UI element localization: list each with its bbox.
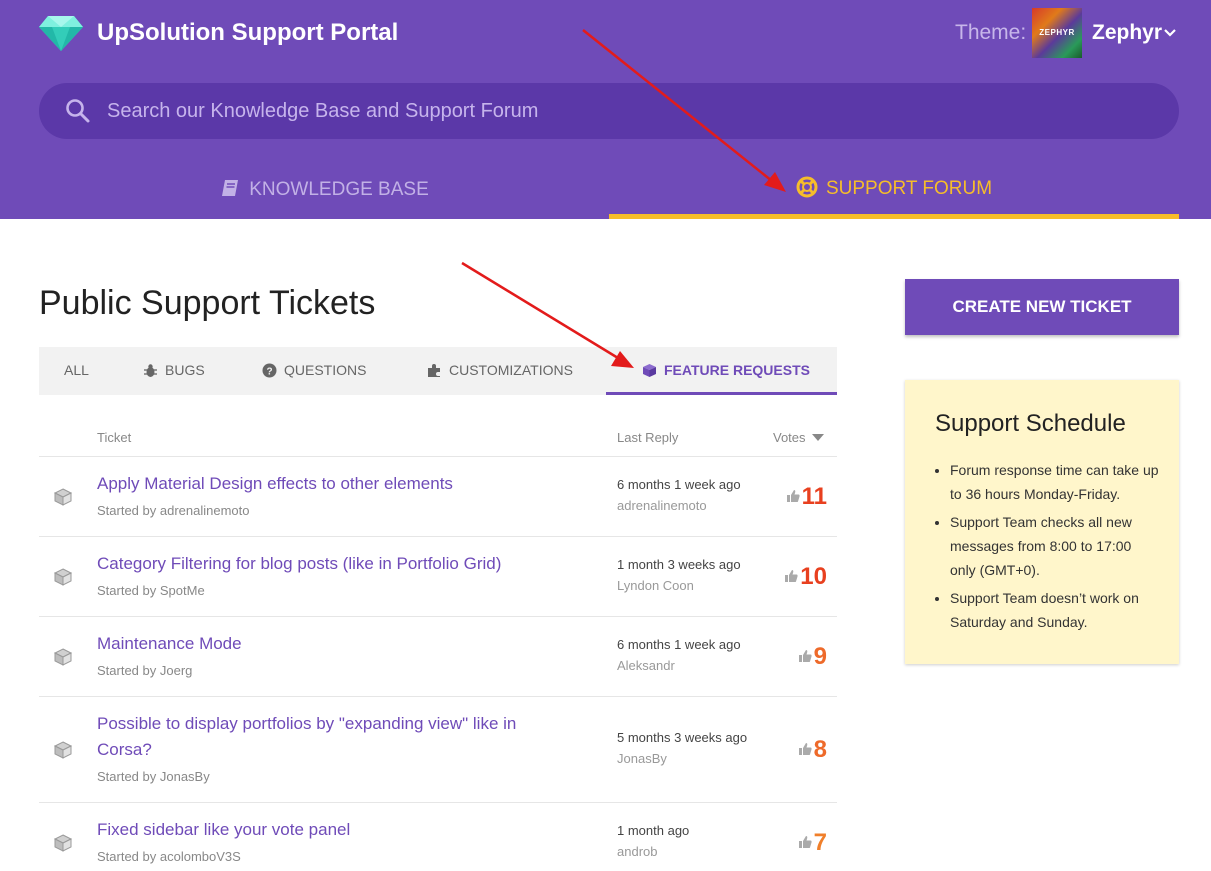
column-header-votes[interactable]: Votes — [773, 430, 824, 445]
question-circle-icon: ? — [262, 363, 277, 378]
site-title[interactable]: UpSolution Support Portal — [97, 17, 398, 49]
thumbs-up-icon[interactable] — [784, 569, 798, 583]
last-reply-time: 6 months 1 week ago — [617, 637, 741, 652]
thumbs-up-icon[interactable] — [798, 835, 812, 849]
ticket-starter: Started by Joerg — [97, 663, 193, 678]
filter-tab-customizations[interactable]: CUSTOMIZATIONS — [427, 347, 573, 395]
svg-text:?: ? — [266, 367, 272, 378]
theme-thumbnail-text: ZEPHYR — [1039, 28, 1075, 37]
book-icon — [222, 180, 239, 196]
create-new-ticket-button[interactable]: CREATE NEW TICKET — [905, 279, 1179, 335]
ticket-title-link[interactable]: Maintenance Mode — [97, 631, 557, 657]
column-header-votes-label: Votes — [773, 430, 806, 445]
vote-count[interactable]: 9 — [798, 643, 827, 671]
schedule-item: Support Team doesn’t work on Saturday an… — [950, 586, 1160, 634]
ticket-title-link[interactable]: Apply Material Design effects to other e… — [97, 471, 557, 497]
vote-count-value: 8 — [813, 736, 827, 763]
vote-count-value: 7 — [813, 829, 827, 856]
ticket-starter: Started by SpotMe — [97, 583, 205, 598]
vote-count[interactable]: 7 — [798, 829, 827, 857]
theme-label: Theme: — [955, 21, 1027, 44]
filter-tab-label: CUSTOMIZATIONS — [449, 362, 573, 378]
ticket-filter-tabs: ALL BUGS ? QUESTIONS CUSTOMIZATIONS FEAT… — [39, 347, 837, 395]
thumbs-up-icon[interactable] — [786, 489, 800, 503]
diamond-logo-icon[interactable] — [38, 14, 84, 52]
theme-selector[interactable]: Zephyr — [1092, 20, 1162, 46]
last-reply-time: 1 month 3 weeks ago — [617, 557, 741, 572]
thumbs-up-icon[interactable] — [798, 649, 812, 663]
bug-icon — [144, 364, 157, 377]
cube-icon — [53, 741, 73, 759]
table-row: Possible to display portfolios by "expan… — [39, 696, 837, 802]
puzzle-icon — [428, 364, 440, 377]
sort-desc-icon — [811, 434, 824, 441]
vote-count-value: 11 — [801, 483, 827, 510]
table-row: Fixed sidebar like your vote panel Start… — [39, 802, 837, 871]
filter-tab-bugs[interactable]: BUGS — [143, 347, 205, 395]
last-reply-author: JonasBy — [617, 751, 667, 766]
cube-icon — [53, 488, 73, 506]
tab-support-forum-label: SUPPORT FORUM — [825, 178, 993, 199]
cube-icon — [643, 364, 656, 377]
tab-knowledge-base-label: KNOWLEDGE BASE — [249, 179, 429, 200]
theme-thumbnail[interactable]: ZEPHYR — [1032, 8, 1082, 58]
table-row: Apply Material Design effects to other e… — [39, 456, 837, 536]
ticket-starter: Started by JonasBy — [97, 769, 210, 784]
filter-tab-label: ALL — [64, 362, 89, 378]
site-header: UpSolution Support Portal Theme: ZEPHYR … — [0, 0, 1211, 219]
vote-count-value: 10 — [800, 563, 827, 590]
filter-tab-label: QUESTIONS — [284, 362, 367, 378]
vote-count[interactable]: 10 — [784, 563, 827, 591]
ticket-title-link[interactable]: Possible to display portfolios by "expan… — [97, 711, 547, 763]
filter-tab-all[interactable]: ALL — [64, 347, 89, 395]
ticket-starter: Started by acolomboV3S — [97, 849, 241, 864]
ticket-title-link[interactable]: Fixed sidebar like your vote panel — [97, 817, 557, 843]
last-reply-time: 1 month ago — [617, 823, 690, 838]
last-reply-time: 6 months 1 week ago — [617, 477, 741, 492]
thumbs-up-icon[interactable] — [798, 742, 812, 756]
last-reply-author: Aleksandr — [617, 658, 675, 673]
vote-count[interactable]: 8 — [798, 736, 827, 764]
last-reply-author: Lyndon Coon — [617, 578, 694, 593]
filter-tab-feature-requests[interactable]: FEATURE REQUESTS — [606, 347, 837, 395]
table-row: Maintenance Mode Started by Joerg 6 mont… — [39, 616, 837, 696]
vote-count-value: 9 — [813, 643, 827, 670]
schedule-item: Support Team checks all new messages fro… — [950, 510, 1160, 582]
cube-icon — [53, 834, 73, 852]
filter-tab-label: FEATURE REQUESTS — [664, 362, 810, 378]
tab-support-forum[interactable]: SUPPORT FORUM — [609, 160, 1179, 219]
last-reply-author: adrenalinemoto — [617, 498, 707, 513]
last-reply-author: androb — [617, 844, 658, 859]
ticket-starter: Started by adrenalinemoto — [97, 503, 250, 518]
cube-icon — [53, 568, 73, 586]
filter-tab-questions[interactable]: ? QUESTIONS — [262, 347, 366, 395]
schedule-item: Forum response time can take up to 36 ho… — [950, 458, 1160, 506]
ticket-title-link[interactable]: Category Filtering for blog posts (like … — [97, 551, 557, 577]
column-header-last-reply: Last Reply — [617, 430, 679, 445]
chevron-down-icon[interactable] — [1163, 26, 1177, 40]
last-reply-time: 5 months 3 weeks ago — [617, 730, 748, 745]
search-icon — [66, 99, 90, 123]
search-bar[interactable] — [39, 83, 1179, 139]
support-schedule-list: Forum response time can take up to 36 ho… — [950, 458, 1160, 638]
cube-icon — [53, 648, 73, 666]
support-schedule-title: Support Schedule — [935, 410, 1126, 437]
page-title: Public Support Tickets — [39, 284, 376, 322]
support-schedule-panel: Support Schedule Forum response time can… — [905, 380, 1179, 664]
lifebuoy-icon — [796, 176, 818, 198]
tab-knowledge-base[interactable]: KNOWLEDGE BASE — [39, 160, 609, 219]
vote-count[interactable]: 11 — [786, 483, 827, 511]
search-input[interactable] — [107, 83, 1147, 139]
filter-tab-label: BUGS — [165, 362, 205, 378]
table-row: Category Filtering for blog posts (like … — [39, 536, 837, 616]
column-header-ticket: Ticket — [97, 430, 132, 445]
